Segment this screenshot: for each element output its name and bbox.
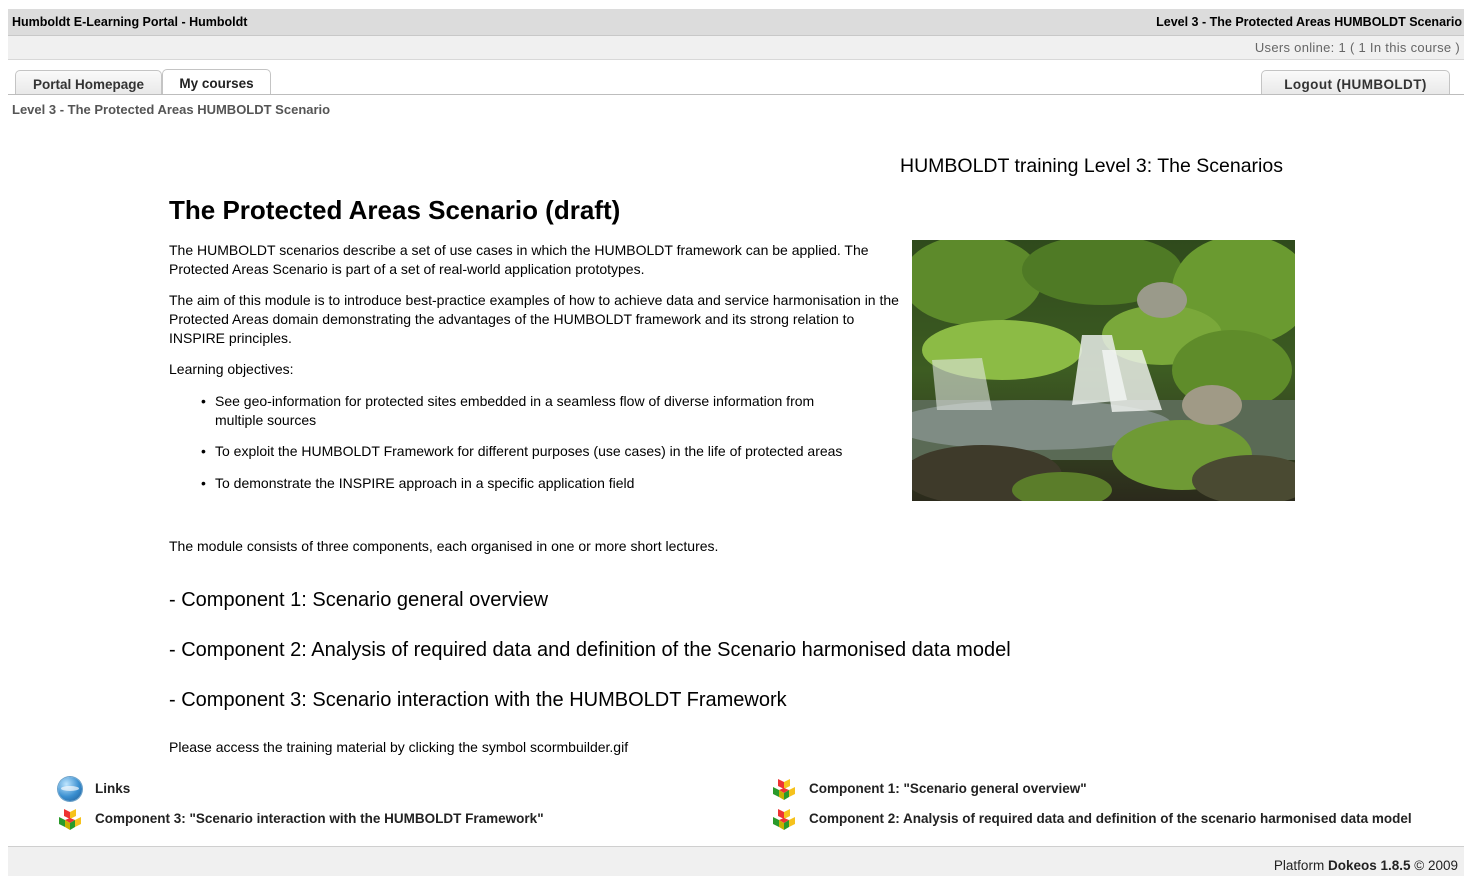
waterfall-forest-image <box>912 240 1295 501</box>
scorm-cubes-icon[interactable] <box>771 777 797 801</box>
component-3-link[interactable]: Component 3: "Scenario interaction with … <box>95 811 544 826</box>
breadcrumb[interactable]: Level 3 - The Protected Areas HUMBOLDT S… <box>12 102 330 117</box>
tab-divider <box>8 94 1464 95</box>
access-instructions: Please access the training material by c… <box>169 739 629 755</box>
module-description: The module consists of three components,… <box>169 538 719 554</box>
tab-portal-homepage[interactable]: Portal Homepage <box>15 70 162 95</box>
copyright: © 2009 <box>1414 858 1458 873</box>
footer: Platform Dokeos 1.8.5 © 2009 <box>8 846 1464 876</box>
course-title[interactable]: Level 3 - The Protected Areas HUMBOLDT S… <box>1156 15 1462 29</box>
page-title: The Protected Areas Scenario (draft) <box>169 195 621 225</box>
component-1-heading: - Component 1: Scenario general overview <box>169 589 549 611</box>
component-1-link[interactable]: Component 1: "Scenario general overview" <box>809 781 1087 796</box>
component-2-heading: - Component 2: Analysis of required data… <box>169 639 1011 661</box>
component-2-link[interactable]: Component 2: Analysis of required data a… <box>809 811 1412 826</box>
portal-title[interactable]: Humboldt E-Learning Portal - Humboldt <box>12 15 247 29</box>
links-label[interactable]: Links <box>95 781 130 796</box>
platform-link[interactable]: Dokeos 1.8.5 <box>1328 858 1411 873</box>
platform-prefix: Platform <box>1273 858 1325 873</box>
scorm-cubes-icon[interactable] <box>57 807 83 831</box>
tab-label: My courses <box>179 76 254 91</box>
list-item: See geo-information for protected sites … <box>201 392 855 430</box>
sub-header-bar: Users online: 1 ( 1 In this course ) <box>8 36 1464 60</box>
scorm-cubes-icon[interactable] <box>771 807 797 831</box>
list-item: To exploit the HUMBOLDT Framework for di… <box>201 442 935 461</box>
intro-paragraph: The HUMBOLDT scenarios describe a set of… <box>169 242 869 277</box>
tab-my-courses[interactable]: My courses <box>162 69 271 95</box>
aim-paragraph: The aim of this module is to introduce b… <box>169 292 899 346</box>
globe-icon[interactable] <box>58 777 82 801</box>
tab-label: Portal Homepage <box>32 77 145 92</box>
logout-label: Logout (HUMBOLDT) <box>1284 77 1427 92</box>
logout-button[interactable]: Logout (HUMBOLDT) <box>1261 70 1450 95</box>
component-3-heading: - Component 3: Scenario interaction with… <box>169 689 787 711</box>
objectives-label: Learning objectives: <box>169 361 294 377</box>
training-title: HUMBOLDT training Level 3: The Scenarios <box>900 155 1283 177</box>
objectives-list: See geo-information for protected sites … <box>169 392 935 493</box>
users-online[interactable]: Users online: 1 ( 1 In this course ) <box>1255 40 1460 55</box>
platform-credit: Platform Dokeos 1.8.5 © 2009 <box>1274 858 1458 873</box>
header-bar: Humboldt E-Learning Portal - Humboldt Le… <box>8 9 1464 36</box>
list-item: To demonstrate the INSPIRE approach in a… <box>201 474 935 493</box>
